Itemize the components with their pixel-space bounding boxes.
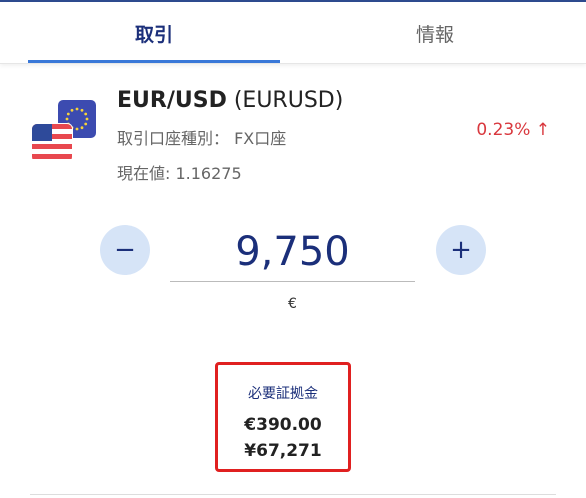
instrument-symbol: EUR/USD <box>117 88 227 113</box>
quantity-input[interactable]: 9,750 <box>170 226 415 282</box>
required-margin-label: 必要証拠金 <box>248 386 318 402</box>
us-flag-icon <box>32 124 72 162</box>
increase-quantity-button[interactable]: + <box>436 225 486 275</box>
instrument-code: (EURUSD) <box>233 88 344 113</box>
bottom-divider <box>30 494 556 495</box>
currency-pair-flags <box>32 100 100 166</box>
quantity-unit: € <box>288 296 297 312</box>
account-type: 取引口座種別： FX口座 <box>117 129 287 148</box>
tab-trade[interactable]: 取引 <box>28 2 280 64</box>
price-change: 0.23% ↑ <box>476 120 550 140</box>
active-tab-indicator <box>28 60 280 63</box>
required-margin-jpy: ¥67,271 <box>244 441 322 461</box>
decrease-quantity-button[interactable]: − <box>100 225 150 275</box>
tab-info[interactable]: 情報 <box>290 2 580 64</box>
required-margin-eur: €390.00 <box>244 415 322 435</box>
instrument-title: EUR/USD (EURUSD) <box>117 88 343 113</box>
required-margin-box: 必要証拠金 €390.00 ¥67,271 <box>215 362 351 472</box>
current-price: 現在値: 1.16275 <box>117 164 242 183</box>
tab-bar: 取引 情報 <box>0 2 586 64</box>
